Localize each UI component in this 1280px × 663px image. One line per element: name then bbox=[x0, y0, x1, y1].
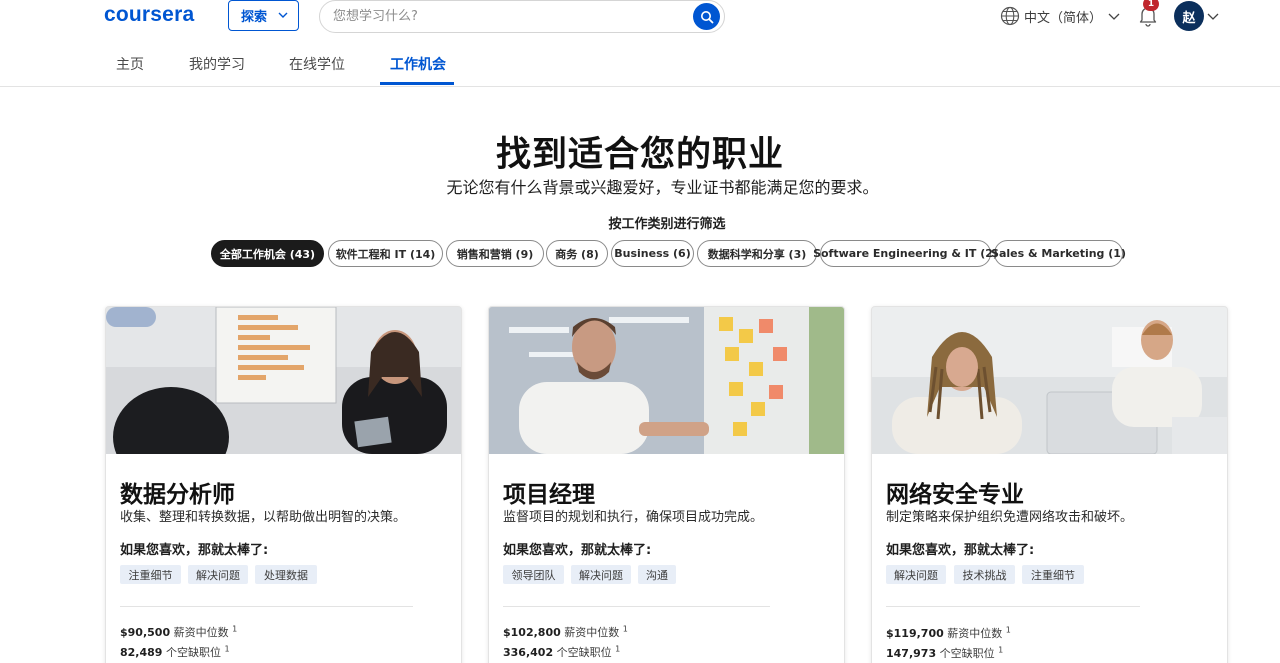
footnote-marker: 1 bbox=[1005, 625, 1011, 635]
page-title: 找到适合您的职业 bbox=[495, 135, 784, 175]
footnote-marker: 1 bbox=[622, 624, 628, 634]
footnote-marker: 1 bbox=[615, 644, 621, 654]
jobs-stat: 336,402 个空缺职位 1 bbox=[503, 644, 620, 660]
explore-label: 探索 bbox=[241, 10, 268, 25]
filter-chip-software-it[interactable]: 软件工程和 IT (14) bbox=[328, 240, 443, 267]
card-like-label: 如果您喜欢，那就太棒了: bbox=[120, 543, 269, 558]
search-input[interactable] bbox=[333, 1, 683, 32]
card-image bbox=[106, 307, 461, 454]
salary-value: $102,800 bbox=[503, 626, 561, 639]
skill-tag: 沟通 bbox=[638, 565, 676, 584]
card-title: 网络安全专业 bbox=[886, 482, 1024, 508]
salary-value: $90,500 bbox=[120, 626, 171, 639]
jobs-stat: 82,489 个空缺职位 1 bbox=[120, 644, 230, 660]
office-photo bbox=[489, 307, 844, 454]
filter-heading: 按工作类别进行筛选 bbox=[608, 217, 726, 232]
salary-label: 薪资中位数 bbox=[564, 626, 620, 639]
top-header: coursera 探索 中文（简体） 1 赵 bbox=[0, 0, 1280, 40]
career-card-cybersecurity[interactable]: 网络安全专业 制定策略来保护组织免遭网络攻击和破坏。 如果您喜欢，那就太棒了: … bbox=[871, 306, 1228, 663]
jobs-value: 336,402 bbox=[503, 646, 554, 659]
salary-stat: $90,500 薪资中位数 1 bbox=[120, 624, 237, 640]
card-description: 监督项目的规划和执行，确保项目成功完成。 bbox=[503, 510, 764, 525]
skill-tag: 领导团队 bbox=[503, 565, 564, 584]
language-selector[interactable]: 中文（简体） bbox=[1000, 5, 1120, 27]
footnote-marker: 1 bbox=[232, 624, 238, 634]
jobs-label: 个空缺职位 bbox=[939, 647, 995, 660]
card-description: 收集、整理和转换数据，以帮助做出明智的决策。 bbox=[120, 510, 407, 525]
chevron-down-icon[interactable] bbox=[1207, 10, 1219, 22]
skill-tag: 解决问题 bbox=[571, 565, 631, 584]
presentation-photo bbox=[106, 307, 461, 454]
salary-value: $119,700 bbox=[886, 627, 944, 640]
jobs-label: 个空缺职位 bbox=[165, 646, 221, 659]
divider bbox=[503, 606, 770, 607]
salary-stat: $102,800 薪资中位数 1 bbox=[503, 624, 628, 640]
card-like-label: 如果您喜欢，那就太棒了: bbox=[503, 543, 652, 558]
card-title: 项目经理 bbox=[503, 482, 595, 508]
card-image bbox=[872, 307, 1227, 454]
filter-chip-sales-marketing[interactable]: 销售和营销 (9) bbox=[446, 240, 544, 267]
search-icon bbox=[700, 10, 713, 23]
career-card-data-analyst[interactable]: 数据分析师 收集、整理和转换数据，以帮助做出明智的决策。 如果您喜欢，那就太棒了… bbox=[105, 306, 462, 663]
card-description: 制定策略来保护组织免遭网络攻击和破坏。 bbox=[886, 510, 1134, 525]
jobs-stat: 147,973 个空缺职位 1 bbox=[886, 645, 1003, 661]
workspace-photo bbox=[872, 307, 1227, 454]
coursera-logo[interactable]: coursera bbox=[104, 3, 194, 27]
avatar[interactable]: 赵 bbox=[1174, 1, 1204, 31]
footnote-marker: 1 bbox=[224, 644, 230, 654]
filter-chip-business[interactable]: Business (6) bbox=[611, 240, 694, 267]
tab-my-learning[interactable]: 我的学习 bbox=[189, 54, 245, 74]
career-card-project-manager[interactable]: 项目经理 监督项目的规划和执行，确保项目成功完成。 如果您喜欢，那就太棒了: 领… bbox=[488, 306, 845, 663]
search-bar bbox=[319, 0, 725, 33]
skill-tag: 处理数据 bbox=[255, 565, 317, 584]
salary-label: 薪资中位数 bbox=[947, 627, 1003, 640]
skill-tag: 技术挑战 bbox=[954, 565, 1015, 584]
filter-chip-sales-and-marketing[interactable]: Sales & Marketing (1) bbox=[991, 240, 1126, 267]
jobs-value: 82,489 bbox=[120, 646, 163, 659]
tab-careers[interactable]: 工作机会 bbox=[390, 54, 446, 74]
filter-chip-all[interactable]: 全部工作机会 (43) bbox=[211, 240, 324, 267]
divider bbox=[120, 606, 413, 607]
jobs-value: 147,973 bbox=[886, 647, 937, 660]
footnote-marker: 1 bbox=[998, 645, 1004, 655]
salary-stat: $119,700 薪资中位数 1 bbox=[886, 625, 1011, 641]
skill-tag: 注重细节 bbox=[120, 565, 181, 584]
chevron-down-icon bbox=[1108, 13, 1120, 20]
page-subtitle: 无论您有什么背景或兴趣爱好，专业证书都能满足您的要求。 bbox=[446, 178, 879, 197]
card-title: 数据分析师 bbox=[120, 482, 235, 508]
language-label: 中文（简体） bbox=[1024, 10, 1103, 26]
skill-tag: 解决问题 bbox=[188, 565, 248, 584]
search-button[interactable] bbox=[693, 3, 720, 30]
skill-tag: 注重细节 bbox=[1022, 565, 1084, 584]
tab-home[interactable]: 主页 bbox=[116, 54, 144, 74]
filter-chip-software-engineering[interactable]: Software Engineering & IT (2) bbox=[813, 240, 998, 267]
skill-tag: 解决问题 bbox=[886, 565, 946, 584]
active-tab-indicator bbox=[380, 82, 454, 85]
chevron-down-icon bbox=[278, 12, 288, 18]
jobs-label: 个空缺职位 bbox=[556, 646, 612, 659]
divider bbox=[886, 606, 1140, 607]
filter-chip-data-science[interactable]: 数据科学和分享 (3) bbox=[697, 240, 817, 267]
card-like-label: 如果您喜欢，那就太棒了: bbox=[886, 543, 1035, 558]
main-nav: 主页 我的学习 在线学位 工作机会 bbox=[0, 40, 1280, 87]
salary-label: 薪资中位数 bbox=[173, 626, 229, 639]
globe-icon bbox=[1000, 6, 1020, 26]
card-image bbox=[489, 307, 844, 454]
filter-chip-business-cn[interactable]: 商务 (8) bbox=[546, 240, 608, 267]
explore-button[interactable]: 探索 bbox=[228, 0, 299, 31]
tab-online-degrees[interactable]: 在线学位 bbox=[289, 54, 345, 74]
